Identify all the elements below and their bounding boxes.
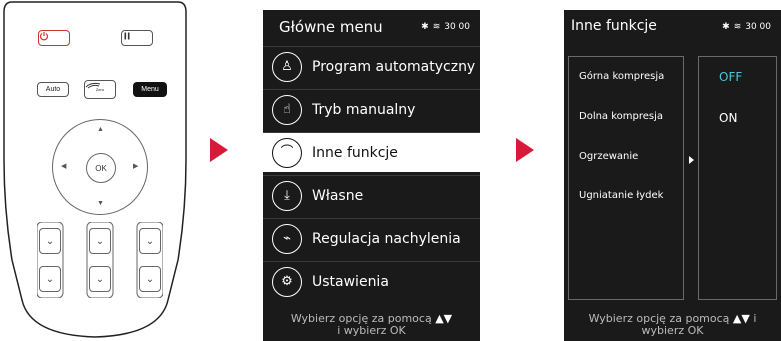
page-title: Inne funkcje: [571, 18, 657, 34]
timer-text: 30 00: [444, 22, 470, 32]
footer-hint-2: i: [753, 312, 757, 325]
person-icon: ♙: [272, 51, 302, 82]
power-icon: [39, 32, 49, 41]
option-lower-compression[interactable]: Dolna kompresja: [579, 111, 663, 122]
option-upper-compression[interactable]: Górna kompresja: [579, 71, 664, 82]
option-calf-kneading[interactable]: Ugniatanie łydek: [579, 190, 663, 201]
up-down-arrows-icon: ▲▼: [732, 312, 750, 325]
menu-item-label: Własne: [312, 187, 364, 204]
auto-button-label: Auto: [45, 86, 61, 93]
footer-line-2: wybierz OK: [641, 324, 704, 337]
selection-pointer-icon: [689, 156, 694, 164]
menu-item-recline[interactable]: ⌁ Regulacja nachylenia: [263, 218, 480, 258]
menu-item-label: Regulacja nachylenia: [312, 230, 461, 247]
screen-footer: Wybierz opcję za pomocą ▲▼ i wybierz OK: [263, 309, 480, 341]
bluetooth-icon: ✱: [421, 22, 429, 32]
auto-button[interactable]: Auto: [37, 82, 69, 97]
massage-icon: ⌒: [272, 137, 302, 168]
footer-line-2: i wybierz OK: [337, 324, 406, 337]
menu-item-label: Inne funkcje: [312, 144, 398, 161]
screen-header: Główne menu ✱ ≋ 30 00: [263, 10, 480, 46]
screen-header: Inne funkcje ✱ ≋ 30 00: [564, 10, 781, 46]
hand-icon: ☝: [272, 94, 302, 125]
arrow-right-icon[interactable]: ▶: [133, 163, 138, 170]
menu-item-other-functions[interactable]: ⌒ Inne funkcje: [263, 132, 480, 172]
flow-arrow-1: [210, 138, 228, 162]
option-heating[interactable]: Ogrzewanie: [579, 151, 638, 162]
flow-arrow-2: [516, 138, 534, 162]
ok-button-label: OK: [95, 163, 107, 173]
arrow-left-icon[interactable]: ◀: [61, 163, 66, 170]
menu-item-auto-program[interactable]: ♙ Program automatyczny: [263, 46, 480, 86]
ok-button[interactable]: OK: [86, 153, 116, 183]
menu-item-label: Ustawienia: [312, 273, 389, 290]
page-title: Główne menu: [279, 18, 383, 36]
options-list: Górna kompresja Dolna kompresja Ogrzewan…: [568, 56, 684, 300]
menu-item-settings[interactable]: ⚙ Ustawienia: [263, 261, 480, 301]
remote-control: Auto Zero Menu ▲ ▼ ◀ ▶ OK ⌄ ⌄ ⌄ ⌄ ⌄ ⌄: [0, 0, 190, 341]
power-button[interactable]: [38, 30, 70, 46]
up-down-arrows-icon: ▲▼: [435, 312, 453, 325]
status-bar: ✱ ≋ 30 00: [421, 22, 470, 32]
slot-grooves: [37, 222, 163, 298]
other-functions-screen: Inne funkcje ✱ ≋ 30 00 Górna kompresja D…: [564, 10, 781, 341]
bluetooth-icon: ✱: [722, 22, 730, 32]
screen-footer: Wybierz opcję za pomocą ▲▼ i wybierz OK: [564, 309, 781, 341]
timer-text: 30 00: [745, 22, 771, 32]
recline-icon: ⌁: [272, 223, 302, 254]
heat-icon: ≋: [733, 22, 742, 32]
pause-button[interactable]: [121, 30, 153, 46]
zero-gravity-button[interactable]: Zero: [84, 80, 116, 99]
heat-icon: ≋: [432, 22, 441, 32]
download-icon: ⤓: [272, 180, 302, 211]
menu-item-label: Program automatyczny: [312, 58, 476, 75]
gear-icon: ⚙: [272, 266, 302, 297]
arrow-up-icon[interactable]: ▲: [97, 126, 104, 133]
recline-icon: [85, 82, 101, 89]
direction-pad[interactable]: ▲ ▼ ◀ ▶ OK: [52, 119, 148, 215]
menu-item-manual[interactable]: ☝ Tryb manualny: [263, 89, 480, 129]
value-on[interactable]: ON: [719, 111, 737, 125]
status-bar: ✱ ≋ 30 00: [722, 22, 771, 32]
value-off[interactable]: OFF: [719, 70, 742, 84]
main-menu-screen: Główne menu ✱ ≋ 30 00 ♙ Program automaty…: [263, 10, 480, 341]
arrow-down-icon[interactable]: ▼: [97, 200, 104, 207]
menu-item-label: Tryb manualny: [312, 101, 416, 118]
menu-button-label: Menu: [141, 86, 159, 93]
menu-item-custom[interactable]: ⤓ Własne: [263, 175, 480, 215]
menu-button[interactable]: Menu: [133, 82, 167, 97]
values-list: OFF ON: [698, 56, 777, 300]
pause-icon: [124, 32, 130, 40]
